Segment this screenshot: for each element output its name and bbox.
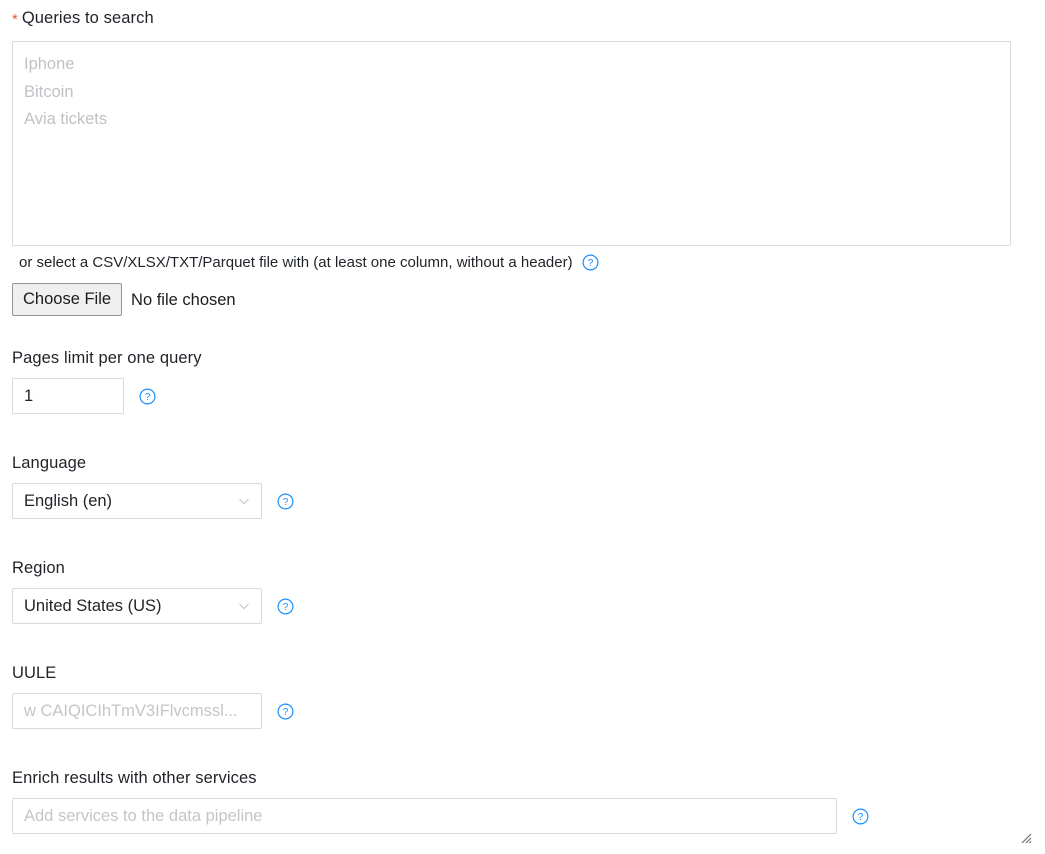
help-circle-icon[interactable]: ?	[852, 807, 869, 825]
file-status-text: No file chosen	[131, 290, 236, 309]
language-select[interactable]: English (en)	[12, 483, 262, 519]
svg-text:?: ?	[283, 602, 289, 613]
language-group: Language English (en) ?	[12, 453, 294, 519]
enrich-input[interactable]	[12, 798, 837, 834]
help-circle-icon[interactable]: ?	[582, 254, 599, 271]
svg-text:?: ?	[283, 497, 289, 508]
language-select-value: English (en)	[24, 492, 113, 510]
search-query-form: *Queries to search or select a CSV/XLSX/…	[0, 0, 1045, 854]
help-circle-icon[interactable]: ?	[277, 492, 294, 510]
uule-group: UULE ?	[12, 663, 294, 729]
chevron-down-icon	[239, 498, 249, 505]
region-select-value: United States (US)	[24, 597, 162, 615]
enrich-group: Enrich results with other services ?	[12, 768, 869, 834]
queries-textarea[interactable]	[12, 41, 1011, 246]
choose-file-button[interactable]: Choose File	[12, 283, 123, 316]
pages-limit-group: Pages limit per one query ?	[12, 348, 202, 414]
file-hint-row: or select a CSV/XLSX/TXT/Parquet file wi…	[19, 253, 599, 272]
help-circle-icon[interactable]: ?	[139, 387, 156, 405]
queries-label-text: Queries to search	[21, 9, 154, 27]
region-group: Region United States (US) ?	[12, 558, 294, 624]
language-label: Language	[12, 454, 87, 472]
uule-input[interactable]	[12, 693, 262, 729]
help-circle-icon[interactable]: ?	[277, 597, 294, 615]
file-picker-row: Choose File No file chosen	[12, 283, 236, 316]
queries-label: * Queries to search	[12, 8, 154, 28]
svg-text:?: ?	[145, 392, 151, 403]
svg-text:?: ?	[858, 812, 864, 823]
textarea-resize-handle-icon[interactable]	[1020, 832, 1032, 844]
region-select[interactable]: United States (US)	[12, 588, 262, 624]
file-hint-text: or select a CSV/XLSX/TXT/Parquet file wi…	[19, 254, 573, 271]
required-asterisk: *	[12, 11, 18, 28]
enrich-label: Enrich results with other services	[12, 769, 257, 787]
help-circle-icon[interactable]: ?	[277, 702, 294, 720]
chevron-down-icon	[239, 603, 249, 610]
pages-limit-input[interactable]	[12, 378, 124, 414]
svg-text:?: ?	[283, 707, 289, 718]
uule-label: UULE	[12, 664, 57, 682]
svg-text:?: ?	[587, 258, 593, 269]
region-label: Region	[12, 559, 65, 577]
pages-limit-label: Pages limit per one query	[12, 349, 202, 367]
